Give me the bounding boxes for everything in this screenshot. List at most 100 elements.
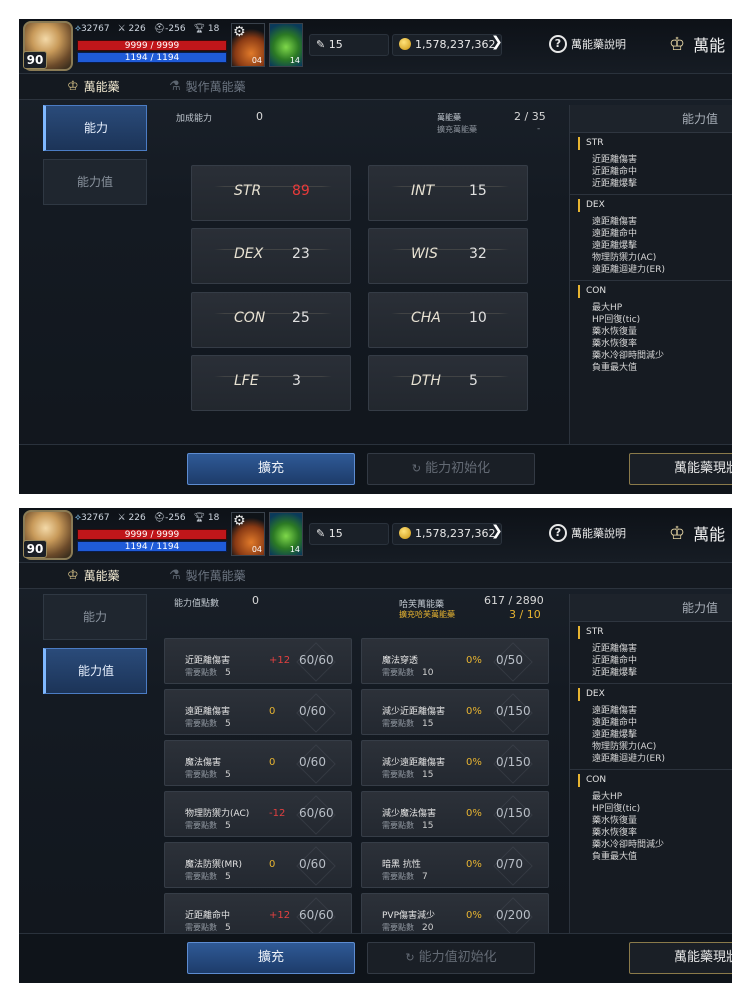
row-bonus: 0: [269, 859, 276, 870]
potion-slot[interactable]: ⚙ 04: [231, 512, 265, 556]
value-row[interactable]: 減少遠距離傷害 需要點數 15 0% 0/150: [361, 740, 549, 786]
value-row[interactable]: 魔法傷害 需要點數 5 0 0/60: [164, 740, 352, 786]
req-value: 20: [422, 923, 434, 933]
leaf-slot[interactable]: 14: [269, 512, 303, 556]
reset-ability-value-button[interactable]: ↻ 能力值初始化: [367, 942, 535, 974]
row-req: 需要點數 5: [185, 718, 231, 729]
group-str: STR 近距離傷害 近距離命中 近距離爆擊: [570, 626, 732, 679]
group-item: 遠距離傷害: [592, 706, 638, 716]
gear-icon[interactable]: ⚙: [233, 513, 246, 529]
info-panel-title: 能力值: [570, 594, 732, 622]
stat-name: INT: [411, 183, 435, 199]
potion-count: 04: [251, 545, 262, 554]
brand: ♔ 萬能: [669, 32, 725, 56]
stat-card-int[interactable]: INT 15: [368, 165, 528, 221]
value-row[interactable]: 魔法穿透 需要點數 10 0% 0/50: [361, 638, 549, 684]
stat-card-lfe[interactable]: LFE 3: [191, 355, 351, 411]
stat-card-cha[interactable]: CHA 10: [368, 292, 528, 348]
group-item: 物理防禦力(AC): [592, 253, 657, 263]
crest-icon: ♔: [669, 522, 686, 544]
gear-icon[interactable]: ⚙: [233, 24, 246, 40]
req-label: 需要點數: [185, 821, 217, 830]
help-button[interactable]: ? 萬能藥說明: [549, 524, 626, 542]
value-row[interactable]: 暗黑 抗性 需要點數 7 0% 0/70: [361, 842, 549, 888]
row-req: 需要點數 7: [382, 871, 428, 882]
potion-count: 04: [251, 56, 262, 65]
req-value: 15: [422, 770, 434, 780]
row-bonus: +12: [269, 655, 291, 666]
gold-currency: 1,578,237,362: [392, 523, 502, 545]
group-heading: CON: [578, 774, 732, 787]
gem-currency: ✎ 15: [309, 523, 389, 545]
leaf-slot[interactable]: 14: [269, 23, 303, 67]
tab-elixir[interactable]: ♔ 萬能藥: [67, 78, 120, 95]
chevron-right-icon[interactable]: ❯: [491, 34, 503, 50]
stat-name: CON: [234, 310, 266, 326]
tab-elixir[interactable]: ♔ 萬能藥: [67, 567, 120, 584]
value-row[interactable]: 近距離傷害 需要點數 5 +12 60/60: [164, 638, 352, 684]
elixir-sub-label: 擴充哈芙萬能藥: [399, 610, 455, 619]
value-row[interactable]: 魔法防禦(MR) 需要點數 5 0 0/60: [164, 842, 352, 888]
stat-card-dth[interactable]: DTH 5: [368, 355, 528, 411]
help-label: 萬能藥說明: [571, 38, 626, 51]
stat-name: LFE: [234, 373, 259, 389]
potion-slot[interactable]: ⚙ 04: [231, 23, 265, 67]
req-value: 5: [225, 923, 231, 933]
expand-button[interactable]: 擴充: [187, 942, 355, 974]
expand-button[interactable]: 擴充: [187, 453, 355, 485]
value-row[interactable]: 遠距離傷害 需要點數 5 0 0/60: [164, 689, 352, 735]
tab-craft-elixir[interactable]: ⚗ 製作萬能藥: [169, 567, 246, 584]
stat-card-str[interactable]: STR 89: [191, 165, 351, 221]
req-label: 需要點數: [382, 821, 414, 830]
req-label: 需要點數: [382, 923, 414, 932]
stat-card-wis[interactable]: WIS 32: [368, 228, 528, 284]
group-item: 物理防禦力(AC): [592, 742, 657, 752]
hp-bar: 9999 / 9999: [77, 529, 227, 540]
question-icon: ?: [549, 35, 567, 53]
leaf-count: 14: [289, 545, 300, 554]
attack-value: 226: [128, 24, 146, 34]
feather-icon: ✎: [316, 38, 329, 51]
elixir-value: 2 / 35: [514, 110, 546, 123]
stat-card-dex[interactable]: DEX 23: [191, 228, 351, 284]
sidebar-item-ability-value[interactable]: 能力值: [43, 159, 147, 205]
group-item: 藥水冷卻時間減少: [592, 351, 665, 361]
gold-value: 1,578,237,362: [415, 38, 496, 51]
trophy-value: 18: [207, 24, 220, 34]
coin-icon: [399, 527, 411, 539]
group-heading: DEX: [578, 199, 732, 212]
row-name: PVP傷害減少: [382, 911, 436, 921]
value-row[interactable]: 減少魔法傷害 需要點數 15 0% 0/150: [361, 791, 549, 837]
row-name: 近距離命中: [185, 911, 231, 921]
tab-craft-elixir[interactable]: ⚗ 製作萬能藥: [169, 78, 246, 95]
help-button[interactable]: ? 萬能藥說明: [549, 35, 626, 53]
stat-value: 25: [292, 310, 310, 326]
sidebar-item-ability[interactable]: 能力: [43, 594, 147, 640]
stat-name: WIS: [411, 246, 438, 262]
divider: [570, 194, 732, 195]
stat-value: 32: [469, 246, 487, 262]
stat-name: DTH: [411, 373, 441, 389]
reset-ability-button[interactable]: ↻ 能力初始化: [367, 453, 535, 485]
chevron-right-icon[interactable]: ❯: [491, 523, 503, 539]
trophy-value: 18: [207, 513, 220, 523]
value-row[interactable]: 減少近距離傷害 需要點數 15 0% 0/150: [361, 689, 549, 735]
row-name: 減少魔法傷害: [382, 809, 437, 819]
tab-craft-label: 製作萬能藥: [185, 569, 246, 583]
bottom-bar: 擴充 ↻能力初始化 萬能藥現狀: [19, 444, 732, 494]
group-item: 藥水恢復率: [592, 828, 638, 838]
row-bonus: 0%: [466, 655, 482, 666]
row-value: 0/150: [496, 806, 531, 820]
row-name: 減少遠距離傷害: [382, 758, 446, 768]
crest-icon: ♔: [67, 79, 79, 94]
value-row[interactable]: 物理防禦力(AC) 需要點數 5 -12 60/60: [164, 791, 352, 837]
elixir-status-button[interactable]: 萬能藥現狀: [629, 453, 732, 485]
screenshot-ability-values: 90 ⟡32767 ⚔ 226 ⛑-256 🏆︎ 18 9999 / 9999 …: [19, 508, 732, 983]
sidebar-item-ability-value[interactable]: 能力值: [43, 648, 147, 694]
elixir-status-button[interactable]: 萬能藥現狀: [629, 942, 732, 974]
sidebar-item-ability[interactable]: 能力: [43, 105, 147, 151]
row-name: 遠距離傷害: [185, 707, 231, 717]
wing-ornament: [391, 186, 509, 200]
mp-bar: 1194 / 1194: [77, 52, 227, 63]
stat-card-con[interactable]: CON 25: [191, 292, 351, 348]
